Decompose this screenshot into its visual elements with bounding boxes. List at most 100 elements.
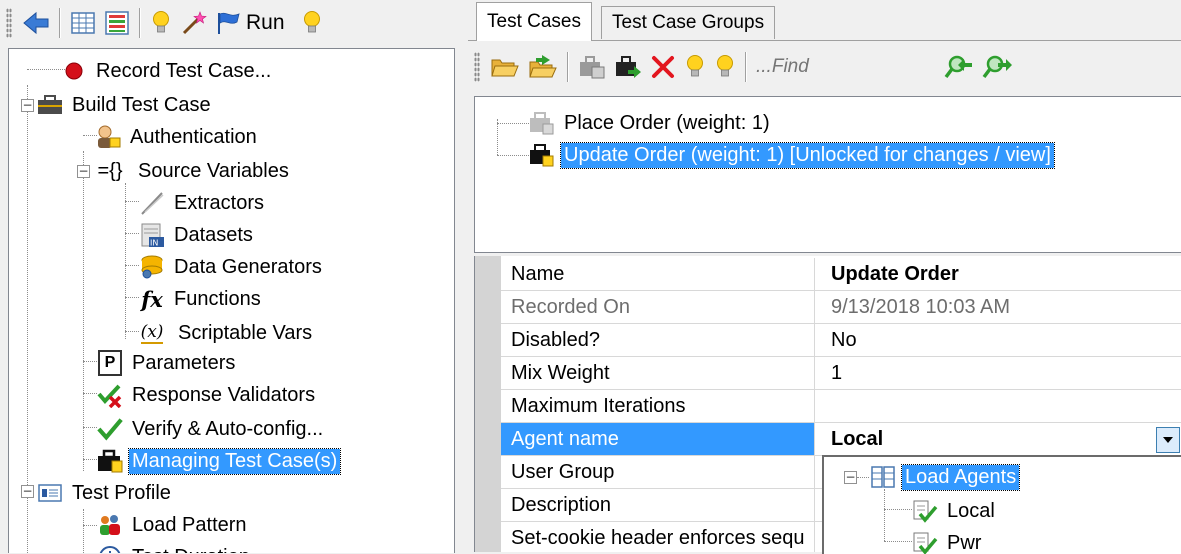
agent-check-icon: [912, 530, 938, 554]
toolbar-grip[interactable]: [474, 52, 480, 82]
load-agents-root[interactable]: Load Agents: [870, 461, 1019, 493]
tree-connector: [884, 489, 886, 541]
test-case-toolbar: [468, 40, 1181, 93]
toolbar-grip[interactable]: [6, 8, 12, 38]
tree-item-parameters[interactable]: P Parameters: [97, 347, 238, 379]
find-next-button[interactable]: [982, 50, 1012, 84]
property-row-disabled[interactable]: Disabled? No: [501, 324, 1181, 357]
find-input[interactable]: [752, 51, 938, 83]
expander-build-test-case[interactable]: −: [21, 99, 34, 112]
tree-item-functions[interactable]: fx Functions: [139, 283, 264, 315]
tree-connector: [125, 201, 139, 203]
tree-item-datasets[interactable]: IN Datasets: [139, 219, 256, 251]
navigation-tree[interactable]: − − − Record Test Case... Build Test Cas…: [8, 48, 455, 553]
tree-item-managing-test-cases[interactable]: Managing Test Case(s): [97, 445, 340, 477]
property-key: Name: [501, 258, 815, 290]
back-button[interactable]: [22, 6, 50, 40]
tree-item-verify-auto-config[interactable]: Verify & Auto-config...: [97, 413, 326, 445]
user-key-icon: [95, 124, 121, 150]
tree-item-source-variables[interactable]: ={} Source Variables: [91, 155, 292, 187]
record-icon: [61, 58, 87, 84]
tree-item-test-duration[interactable]: Test Duration: [97, 541, 253, 553]
expander-load-agents[interactable]: −: [844, 471, 857, 484]
property-row-name[interactable]: Name Update Order: [501, 258, 1181, 291]
property-value[interactable]: Update Order: [825, 258, 1181, 290]
tree-item-authentication[interactable]: Authentication: [95, 121, 260, 153]
tree-connector: [83, 509, 85, 553]
expander-test-profile[interactable]: −: [21, 485, 34, 498]
property-value: 9/13/2018 10:03 AM: [825, 291, 1181, 323]
expander-source-variables[interactable]: −: [77, 165, 90, 178]
tree-item-extractors[interactable]: Extractors: [139, 187, 267, 219]
tree-connector: [83, 525, 97, 527]
hint-button[interactable]: [684, 50, 706, 84]
import-button[interactable]: [528, 50, 558, 84]
hint-button-2[interactable]: [714, 50, 736, 84]
tab-label: Test Case Groups: [612, 12, 764, 34]
magic-wand-button[interactable]: [180, 6, 208, 40]
copy-case-icon: [578, 54, 606, 80]
tree-item-label: Data Generators: [171, 255, 325, 280]
copy-case-button[interactable]: [578, 50, 606, 84]
lightbulb-icon: [150, 9, 172, 37]
tree-item-build-test-case[interactable]: Build Test Case: [37, 89, 214, 121]
property-value[interactable]: 1: [825, 357, 1181, 389]
export-case-button[interactable]: [614, 50, 642, 84]
toolbar-separator: [59, 8, 61, 38]
tab-label: Test Cases: [487, 11, 581, 33]
tree-connector: [83, 151, 85, 471]
delete-icon: [650, 54, 676, 80]
property-row-maximum-iterations[interactable]: Maximum Iterations: [501, 390, 1181, 423]
test-case-list[interactable]: Place Order (weight: 1) Update Order (we…: [474, 96, 1181, 253]
tree-connector: [83, 361, 97, 363]
property-row-recorded-on[interactable]: Recorded On 9/13/2018 10:03 AM: [501, 291, 1181, 324]
tree-connector: [83, 459, 97, 461]
toolbar-separator: [745, 52, 747, 82]
tab-test-case-groups[interactable]: Test Case Groups: [601, 6, 775, 39]
tree-item-label: Source Variables: [135, 159, 292, 184]
tree-item-label: Test Profile: [69, 481, 174, 506]
lightbulb-button-2[interactable]: [301, 6, 323, 40]
agent-dropdown-popup[interactable]: − Load Agents Local Pwr: [822, 455, 1181, 554]
delete-button[interactable]: [650, 50, 676, 84]
property-key: Recorded On: [501, 291, 815, 323]
back-arrow-icon: [22, 10, 50, 36]
tree-connector: [125, 183, 127, 339]
test-case-item[interactable]: Place Order (weight: 1): [529, 107, 773, 139]
tree-item-label: Datasets: [171, 223, 256, 248]
open-button[interactable]: [490, 50, 520, 84]
tab-test-cases[interactable]: Test Cases: [476, 2, 592, 41]
tree-item-response-validators[interactable]: Response Validators: [97, 379, 318, 411]
property-row-mix-weight[interactable]: Mix Weight 1: [501, 357, 1181, 390]
tree-item-record-test-case[interactable]: Record Test Case...: [61, 55, 274, 87]
find-previous-button[interactable]: [944, 50, 974, 84]
data-generator-icon: [139, 254, 165, 280]
tree-item-scriptable-vars[interactable]: (x) Scriptable Vars: [135, 317, 315, 349]
agent-name-dropdown-button[interactable]: [1156, 427, 1180, 453]
agent-name-value[interactable]: Local: [825, 423, 1181, 455]
braces-icon: ={}: [91, 158, 129, 184]
find-next-icon: [982, 53, 1012, 81]
tree-item-label: Response Validators: [129, 383, 318, 408]
test-case-item-selected[interactable]: Update Order (weight: 1) [Unlocked for c…: [529, 139, 1054, 171]
load-agents-label: Load Agents: [902, 465, 1019, 490]
tree-item-label: Scriptable Vars: [175, 321, 315, 346]
tab-strip: Test Cases Test Case Groups: [468, 0, 1181, 40]
bar-chart-button[interactable]: [104, 6, 130, 40]
agent-option-label: Local: [944, 499, 998, 524]
property-key: Set-cookie header enforces sequ: [501, 522, 815, 552]
tree-item-data-generators[interactable]: Data Generators: [139, 251, 325, 283]
run-button[interactable]: Run: [216, 6, 285, 40]
grid-view-button[interactable]: [70, 6, 96, 40]
property-value[interactable]: [825, 390, 1181, 422]
tree-item-load-pattern[interactable]: Load Pattern: [97, 509, 250, 541]
extractor-icon: [139, 190, 165, 216]
toolbar-separator: [567, 52, 569, 82]
tree-item-test-profile[interactable]: Test Profile: [37, 477, 174, 509]
property-row-agent-name[interactable]: Agent name Local: [501, 423, 1181, 456]
agent-option-local[interactable]: Local: [912, 495, 998, 527]
agent-option-pwr[interactable]: Pwr: [912, 527, 984, 554]
lightbulb-button[interactable]: [150, 6, 172, 40]
property-value[interactable]: No: [825, 324, 1181, 356]
property-key: Mix Weight: [501, 357, 815, 389]
